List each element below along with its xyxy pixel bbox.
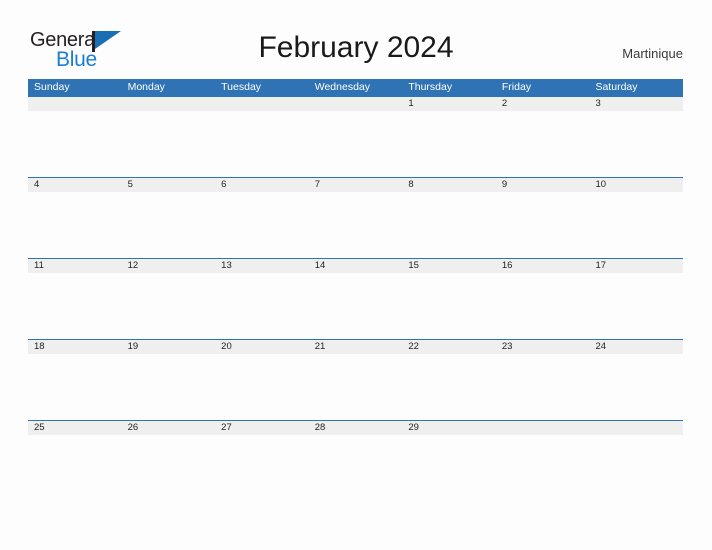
day-event-area[interactable] — [28, 192, 122, 258]
calendar-week-row: 25 26 27 28 29 — [28, 420, 683, 501]
day-event-area[interactable] — [28, 273, 122, 339]
week-event-band — [28, 192, 683, 258]
calendar-week-row: 11 12 13 14 15 16 17 — [28, 258, 683, 339]
day-number[interactable] — [309, 97, 403, 111]
day-event-area[interactable] — [589, 192, 683, 258]
day-number[interactable]: 26 — [122, 421, 216, 435]
day-number[interactable]: 2 — [496, 97, 590, 111]
day-event-area[interactable] — [122, 354, 216, 420]
day-number[interactable]: 4 — [28, 178, 122, 192]
week-date-band: 1 2 3 — [28, 96, 683, 111]
weekday-header-friday: Friday — [501, 81, 532, 93]
week-event-band — [28, 354, 683, 420]
page-header: General Blue February 2024 Martinique — [0, 0, 712, 79]
day-event-area[interactable] — [589, 435, 683, 501]
day-event-area[interactable] — [215, 192, 309, 258]
day-event-area[interactable] — [496, 273, 590, 339]
day-event-area[interactable] — [122, 273, 216, 339]
week-date-band: 18 19 20 21 22 23 24 — [28, 339, 683, 354]
weekday-header-thursday: Thursday — [408, 81, 453, 93]
weekday-header-sunday: Sunday — [34, 81, 70, 93]
day-number[interactable]: 17 — [589, 259, 683, 273]
day-event-area[interactable] — [122, 192, 216, 258]
calendar-page: General Blue February 2024 Martinique Su… — [0, 0, 712, 550]
day-number[interactable]: 1 — [402, 97, 496, 111]
day-number[interactable]: 20 — [215, 340, 309, 354]
day-number[interactable]: 6 — [215, 178, 309, 192]
day-event-area[interactable] — [28, 435, 122, 501]
day-event-area[interactable] — [589, 111, 683, 177]
weekday-header-tuesday: Tuesday — [221, 81, 262, 93]
day-event-area[interactable] — [28, 354, 122, 420]
day-event-area[interactable] — [215, 111, 309, 177]
day-number[interactable]: 11 — [28, 259, 122, 273]
day-number[interactable]: 9 — [496, 178, 590, 192]
day-number[interactable]: 22 — [402, 340, 496, 354]
day-event-area[interactable] — [309, 111, 403, 177]
day-number[interactable] — [589, 421, 683, 435]
week-date-band: 25 26 27 28 29 — [28, 420, 683, 435]
calendar-week-row: 18 19 20 21 22 23 24 — [28, 339, 683, 420]
weekday-header-saturday: Saturday — [595, 81, 638, 93]
day-number[interactable] — [215, 97, 309, 111]
day-number[interactable]: 3 — [589, 97, 683, 111]
day-number[interactable]: 16 — [496, 259, 590, 273]
day-event-area[interactable] — [496, 354, 590, 420]
day-number[interactable]: 13 — [215, 259, 309, 273]
day-number[interactable]: 18 — [28, 340, 122, 354]
weekday-header-monday: Monday — [127, 81, 165, 93]
calendar-week-row: 1 2 3 — [28, 96, 683, 177]
day-number[interactable]: 15 — [402, 259, 496, 273]
day-number[interactable]: 5 — [122, 178, 216, 192]
calendar-grid: Sunday Monday Tuesday Wednesday Thursday… — [28, 79, 683, 501]
day-number[interactable] — [496, 421, 590, 435]
day-number[interactable]: 7 — [309, 178, 403, 192]
page-title: February 2024 — [258, 31, 454, 64]
day-event-area[interactable] — [496, 435, 590, 501]
day-number[interactable]: 12 — [122, 259, 216, 273]
day-number[interactable]: 28 — [309, 421, 403, 435]
week-event-band — [28, 435, 683, 501]
week-event-band — [28, 111, 683, 177]
day-event-area[interactable] — [309, 435, 403, 501]
day-number[interactable] — [122, 97, 216, 111]
day-number[interactable]: 21 — [309, 340, 403, 354]
locale-label: Martinique — [622, 46, 683, 61]
day-event-area[interactable] — [496, 111, 590, 177]
day-event-area[interactable] — [589, 354, 683, 420]
weekday-header-wednesday: Wednesday — [314, 81, 370, 93]
day-event-area[interactable] — [122, 435, 216, 501]
day-number[interactable] — [28, 97, 122, 111]
day-event-area[interactable] — [402, 435, 496, 501]
day-event-area[interactable] — [309, 273, 403, 339]
week-date-band: 11 12 13 14 15 16 17 — [28, 258, 683, 273]
day-event-area[interactable] — [122, 111, 216, 177]
day-event-area[interactable] — [215, 273, 309, 339]
calendar-week-row: 4 5 6 7 8 9 10 — [28, 177, 683, 258]
week-date-band: 4 5 6 7 8 9 10 — [28, 177, 683, 192]
day-number[interactable]: 10 — [589, 178, 683, 192]
day-event-area[interactable] — [215, 354, 309, 420]
day-event-area[interactable] — [402, 354, 496, 420]
day-event-area[interactable] — [309, 192, 403, 258]
day-number[interactable]: 8 — [402, 178, 496, 192]
day-event-area[interactable] — [28, 111, 122, 177]
day-event-area[interactable] — [402, 192, 496, 258]
day-event-area[interactable] — [215, 435, 309, 501]
day-number[interactable]: 19 — [122, 340, 216, 354]
day-event-area[interactable] — [589, 273, 683, 339]
day-number[interactable]: 14 — [309, 259, 403, 273]
day-event-area[interactable] — [402, 273, 496, 339]
day-number[interactable]: 24 — [589, 340, 683, 354]
day-event-area[interactable] — [309, 354, 403, 420]
day-number[interactable]: 23 — [496, 340, 590, 354]
day-number[interactable]: 29 — [402, 421, 496, 435]
day-number[interactable]: 27 — [215, 421, 309, 435]
weekday-header-row: Sunday Monday Tuesday Wednesday Thursday… — [28, 79, 683, 96]
day-number[interactable]: 25 — [28, 421, 122, 435]
day-event-area[interactable] — [402, 111, 496, 177]
day-event-area[interactable] — [496, 192, 590, 258]
week-event-band — [28, 273, 683, 339]
